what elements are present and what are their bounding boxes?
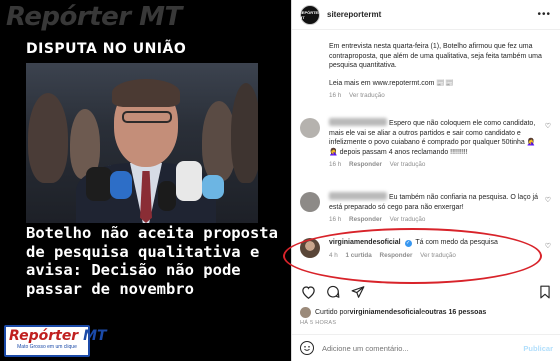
comment-item: Espero que não coloquem ele como candida…: [300, 118, 555, 170]
heart-icon[interactable]: ♡: [545, 122, 551, 130]
action-bar: [300, 284, 553, 300]
news-photo: [26, 63, 258, 223]
post-header: REPÓRTER MT sitereportermt •••: [292, 0, 560, 30]
blurred-username: [329, 192, 387, 200]
avatar[interactable]: [300, 192, 320, 212]
comment-icon[interactable]: [325, 284, 341, 300]
heart-icon[interactable]: [300, 284, 316, 300]
comment-input[interactable]: [322, 343, 524, 353]
bookmark-icon[interactable]: [537, 284, 553, 300]
header-username[interactable]: sitereportermt: [327, 10, 381, 19]
post-caption: Em entrevista nesta quarta-feira (1), Bo…: [329, 42, 551, 101]
post-timestamp: HÁ 5 HORAS: [300, 320, 337, 326]
caption-translate-link[interactable]: Ver tradução: [349, 92, 385, 99]
translate-link[interactable]: Ver tradução: [390, 216, 426, 223]
comment-time: 16 h: [329, 161, 342, 168]
publish-button[interactable]: Publicar: [523, 344, 553, 353]
reply-button[interactable]: Responder: [349, 161, 382, 168]
post-panel: REPÓRTER MT sitereportermt ••• Em entrev…: [291, 0, 560, 361]
reporter-mt-logo: Repórter MT Mato Grosso em um clique: [4, 325, 107, 357]
liked-by-others[interactable]: outras 16 pessoas: [425, 309, 486, 316]
profile-avatar[interactable]: REPÓRTER MT: [299, 4, 321, 25]
heart-icon[interactable]: ♡: [545, 242, 551, 250]
caption-paragraph-2: Leia mais em www.repotermt.com 📰📰: [329, 79, 454, 87]
reply-button[interactable]: Responder: [349, 216, 382, 223]
likes-summary[interactable]: Curtido por virginiamendesoficial e outr…: [300, 307, 486, 318]
red-highlight-circle: [283, 228, 542, 284]
post-image[interactable]: Repórter MT DISPUTA NO UNIÃO Botelho não…: [0, 0, 291, 361]
send-icon[interactable]: [350, 284, 366, 300]
translate-link[interactable]: Ver tradução: [390, 161, 426, 168]
comment-time: 16 h: [329, 216, 342, 223]
avatar[interactable]: [300, 118, 320, 138]
headline-top: DISPUTA NO UNIÃO: [26, 41, 187, 57]
caption-paragraph-1: Em entrevista nesta quarta-feira (1), Bo…: [329, 43, 542, 69]
comment-composer: Publicar: [292, 334, 560, 361]
more-horizontal-icon[interactable]: •••: [537, 9, 551, 20]
blurred-username: [329, 118, 387, 126]
headline-main: Botelho não aceita proposta de pesquisa …: [26, 224, 278, 298]
caption-time: 16 h: [329, 92, 342, 99]
heart-icon[interactable]: ♡: [545, 196, 551, 204]
liked-by-user[interactable]: virginiamendesoficial: [350, 309, 422, 316]
watermark-text: Repórter MT: [6, 2, 182, 32]
avatar: [300, 307, 311, 318]
emoji-icon[interactable]: [300, 341, 314, 355]
comment-item: Eu também não confiaria na pesquisa. O l…: [300, 192, 555, 225]
